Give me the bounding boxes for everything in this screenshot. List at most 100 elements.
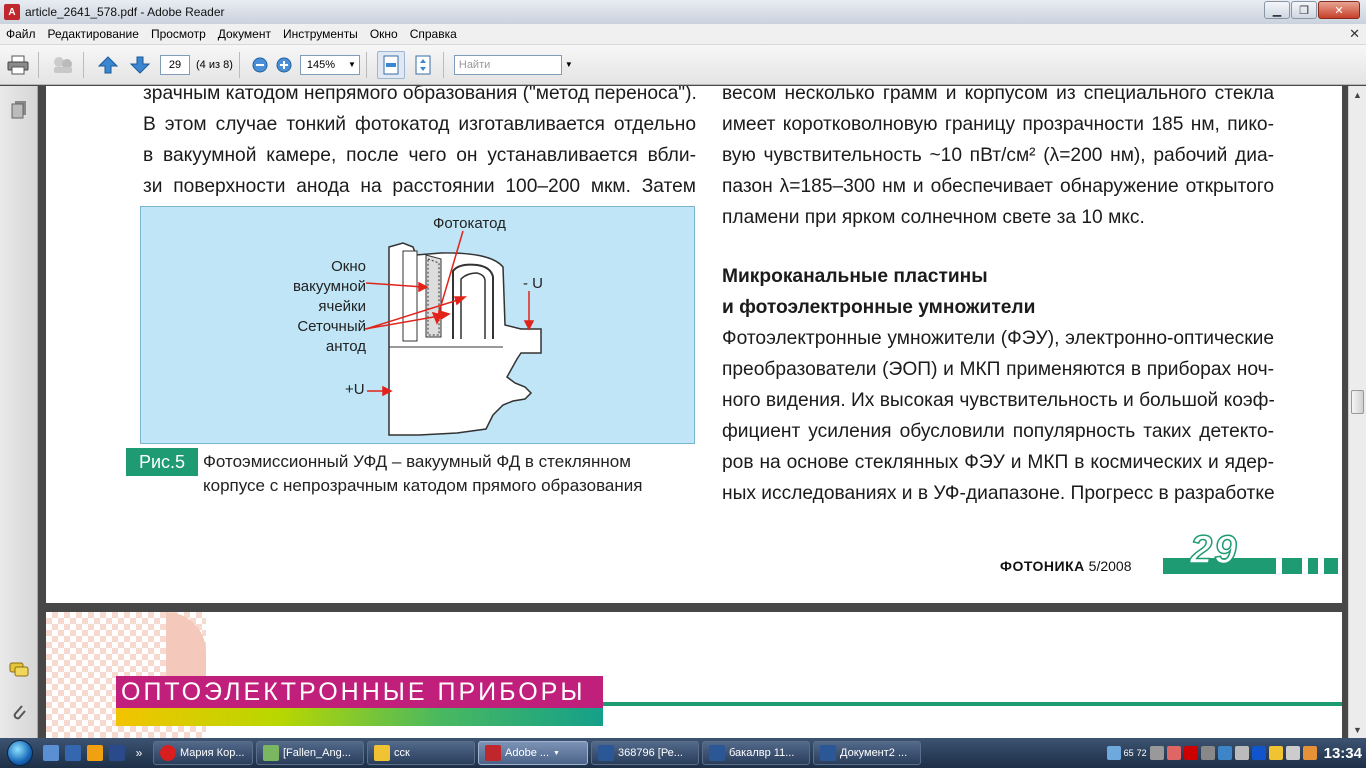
minimize-button[interactable]: ▁ [1264,1,1290,19]
text-line: зи поверхности анода на расстоянии 100–2… [143,176,696,197]
label-photocathode: Фотокатод [433,215,506,232]
magazine-issue: 5/2008 [1088,558,1132,574]
comments-icon[interactable] [9,660,29,680]
fit-page-icon [415,55,431,74]
document-view[interactable]: зрачным катодом непрямого образования ("… [38,86,1348,738]
start-button[interactable] [0,738,40,768]
toolbar-separator [238,51,240,78]
left-column-text: зрачным катодом непрямого образования ("… [143,86,696,202]
fit-page-button[interactable] [409,51,437,79]
text-line: вую чувствительность ~10 пВт/см² (λ=200 … [722,145,1274,166]
caption-line: корпусе с непрозрачным катодом прямого о… [203,476,643,495]
label-window-line: Окно [331,258,366,275]
language-icon[interactable] [1183,746,1198,760]
page-number: 29 [1189,527,1239,573]
usb-icon[interactable] [1234,746,1249,760]
bluetooth-icon[interactable] [1217,746,1232,760]
next-page-button[interactable] [126,51,154,79]
network-icon[interactable] [1106,746,1121,760]
menu-file[interactable]: Файл [0,27,42,41]
task-fallen-angel[interactable]: [Fallen_Ang... [256,741,364,765]
text-line: ных исследованиях и в УФ-диапазоне. Прог… [722,483,1274,504]
zoom-in-button[interactable] [274,51,294,79]
quicklaunch-desktop-icon[interactable] [40,742,62,764]
figure-number-badge: Рис.5 [126,448,198,476]
monitor-icon[interactable] [1149,746,1164,760]
windows-logo-icon [7,740,33,766]
task-word-document2[interactable]: Документ2 ... [813,741,921,765]
quicklaunch-explorer-icon[interactable] [62,742,84,764]
keyboard-layout-icon[interactable] [1251,746,1266,760]
section-heading: Микроканальные пластины и фотоэлектронны… [722,261,1274,323]
label-plus-u: +U [345,381,365,398]
pdf-page-29: зрачным катодом непрямого образования ("… [46,86,1342,603]
find-input[interactable]: Найти [453,54,562,75]
menu-view[interactable]: Просмотр [145,27,212,41]
menu-edit[interactable]: Редактирование [42,27,145,41]
power-icon[interactable] [1268,746,1283,760]
fit-width-button[interactable] [376,50,405,79]
menu-help[interactable]: Справка [404,27,463,41]
zoom-in-icon [276,57,292,72]
pdf-page-30: ОПТОЭЛЕКТРОННЫЕ ПРИБОРЫ [46,612,1342,738]
zoom-out-button[interactable] [250,51,270,79]
toolbar: 29 (4 из 8) 145% ▼ Найти ▼ [0,45,1366,85]
task-opera[interactable]: Мария Кор... [153,741,253,765]
header-rule [603,702,1342,706]
gradient-band [116,708,603,726]
quicklaunch-save-icon[interactable] [106,742,128,764]
page-footer: ФОТОНИКА 5/2008 [1000,558,1131,574]
word-icon [709,745,725,761]
text-line: пазон λ=185–300 нм и обеспечивает обнару… [722,176,1274,197]
attachments-icon[interactable] [9,702,29,722]
collaborate-button[interactable] [49,51,77,79]
quicklaunch-media-icon[interactable] [84,742,106,764]
menu-tools[interactable]: Инструменты [277,27,364,41]
title-bar: A article_2641_578.pdf - Adobe Reader ▁ … [0,0,1366,24]
task-ssk[interactable]: сск [367,741,475,765]
zoom-value: 145% [306,58,336,71]
previous-page-button[interactable] [94,51,122,79]
label-anode: Сеточный антод [291,317,366,357]
close-document-icon[interactable]: ✕ [1349,26,1360,42]
scroll-down-icon[interactable]: ▼ [1349,721,1366,738]
vertical-scrollbar[interactable]: ▲ ▼ [1348,86,1366,738]
menu-window[interactable]: Окно [364,27,404,41]
volume-icon[interactable] [1285,746,1300,760]
warning-icon[interactable] [1302,746,1317,760]
toolbar-separator [83,51,84,78]
zoom-select[interactable]: 145% ▼ [299,54,360,75]
menu-document[interactable]: Документ [212,27,277,41]
task-word-368796[interactable]: 368796 [Ре... [591,741,699,765]
text-line: преобразователи (ЭОП) и МКП применяются … [722,359,1274,380]
page-number-input[interactable]: 29 [160,54,190,75]
right-column-text: весом несколько грамм и корпусом из спец… [722,86,1274,509]
pages-icon[interactable] [9,100,29,120]
word-icon [820,745,836,761]
menu-bar: Файл Редактирование Просмотр Документ Ин… [0,24,1366,45]
arrow-down-icon [130,56,150,74]
print-button[interactable] [4,51,32,79]
restore-button[interactable]: ❐ [1291,1,1317,19]
antivirus-icon[interactable] [1166,746,1181,760]
clock[interactable]: 13:34 [1324,745,1362,762]
task-adobe-reader[interactable]: Adobe ... ▼ [478,741,588,765]
scroll-up-icon[interactable]: ▲ [1349,86,1366,103]
tray-app-icon[interactable] [1200,746,1215,760]
label-minus-u: - U [523,275,543,292]
toolbar-separator [442,51,444,78]
label-window: Окно вакуумной ячейки [291,257,366,317]
find-dropdown-icon[interactable]: ▼ [565,60,573,69]
navigation-panel [0,86,38,738]
scroll-thumb[interactable] [1351,390,1364,414]
task-word-bakalavr[interactable]: бакалвр 11... [702,741,810,765]
text-line: В этом случае тонкий фотокатод изготавли… [143,114,696,135]
task-label: Документ2 ... [840,747,908,759]
window-title: article_2641_578.pdf - Adobe Reader [25,5,225,19]
text-line: фициент усиления обусловили популярность… [722,421,1274,442]
close-button[interactable]: ✕ [1318,1,1360,19]
adobe-reader-icon: A [4,4,20,20]
label-window-line: вакуумной [292,278,366,295]
collaborate-icon [54,56,72,73]
quicklaunch-more-icon[interactable]: » [128,742,150,764]
